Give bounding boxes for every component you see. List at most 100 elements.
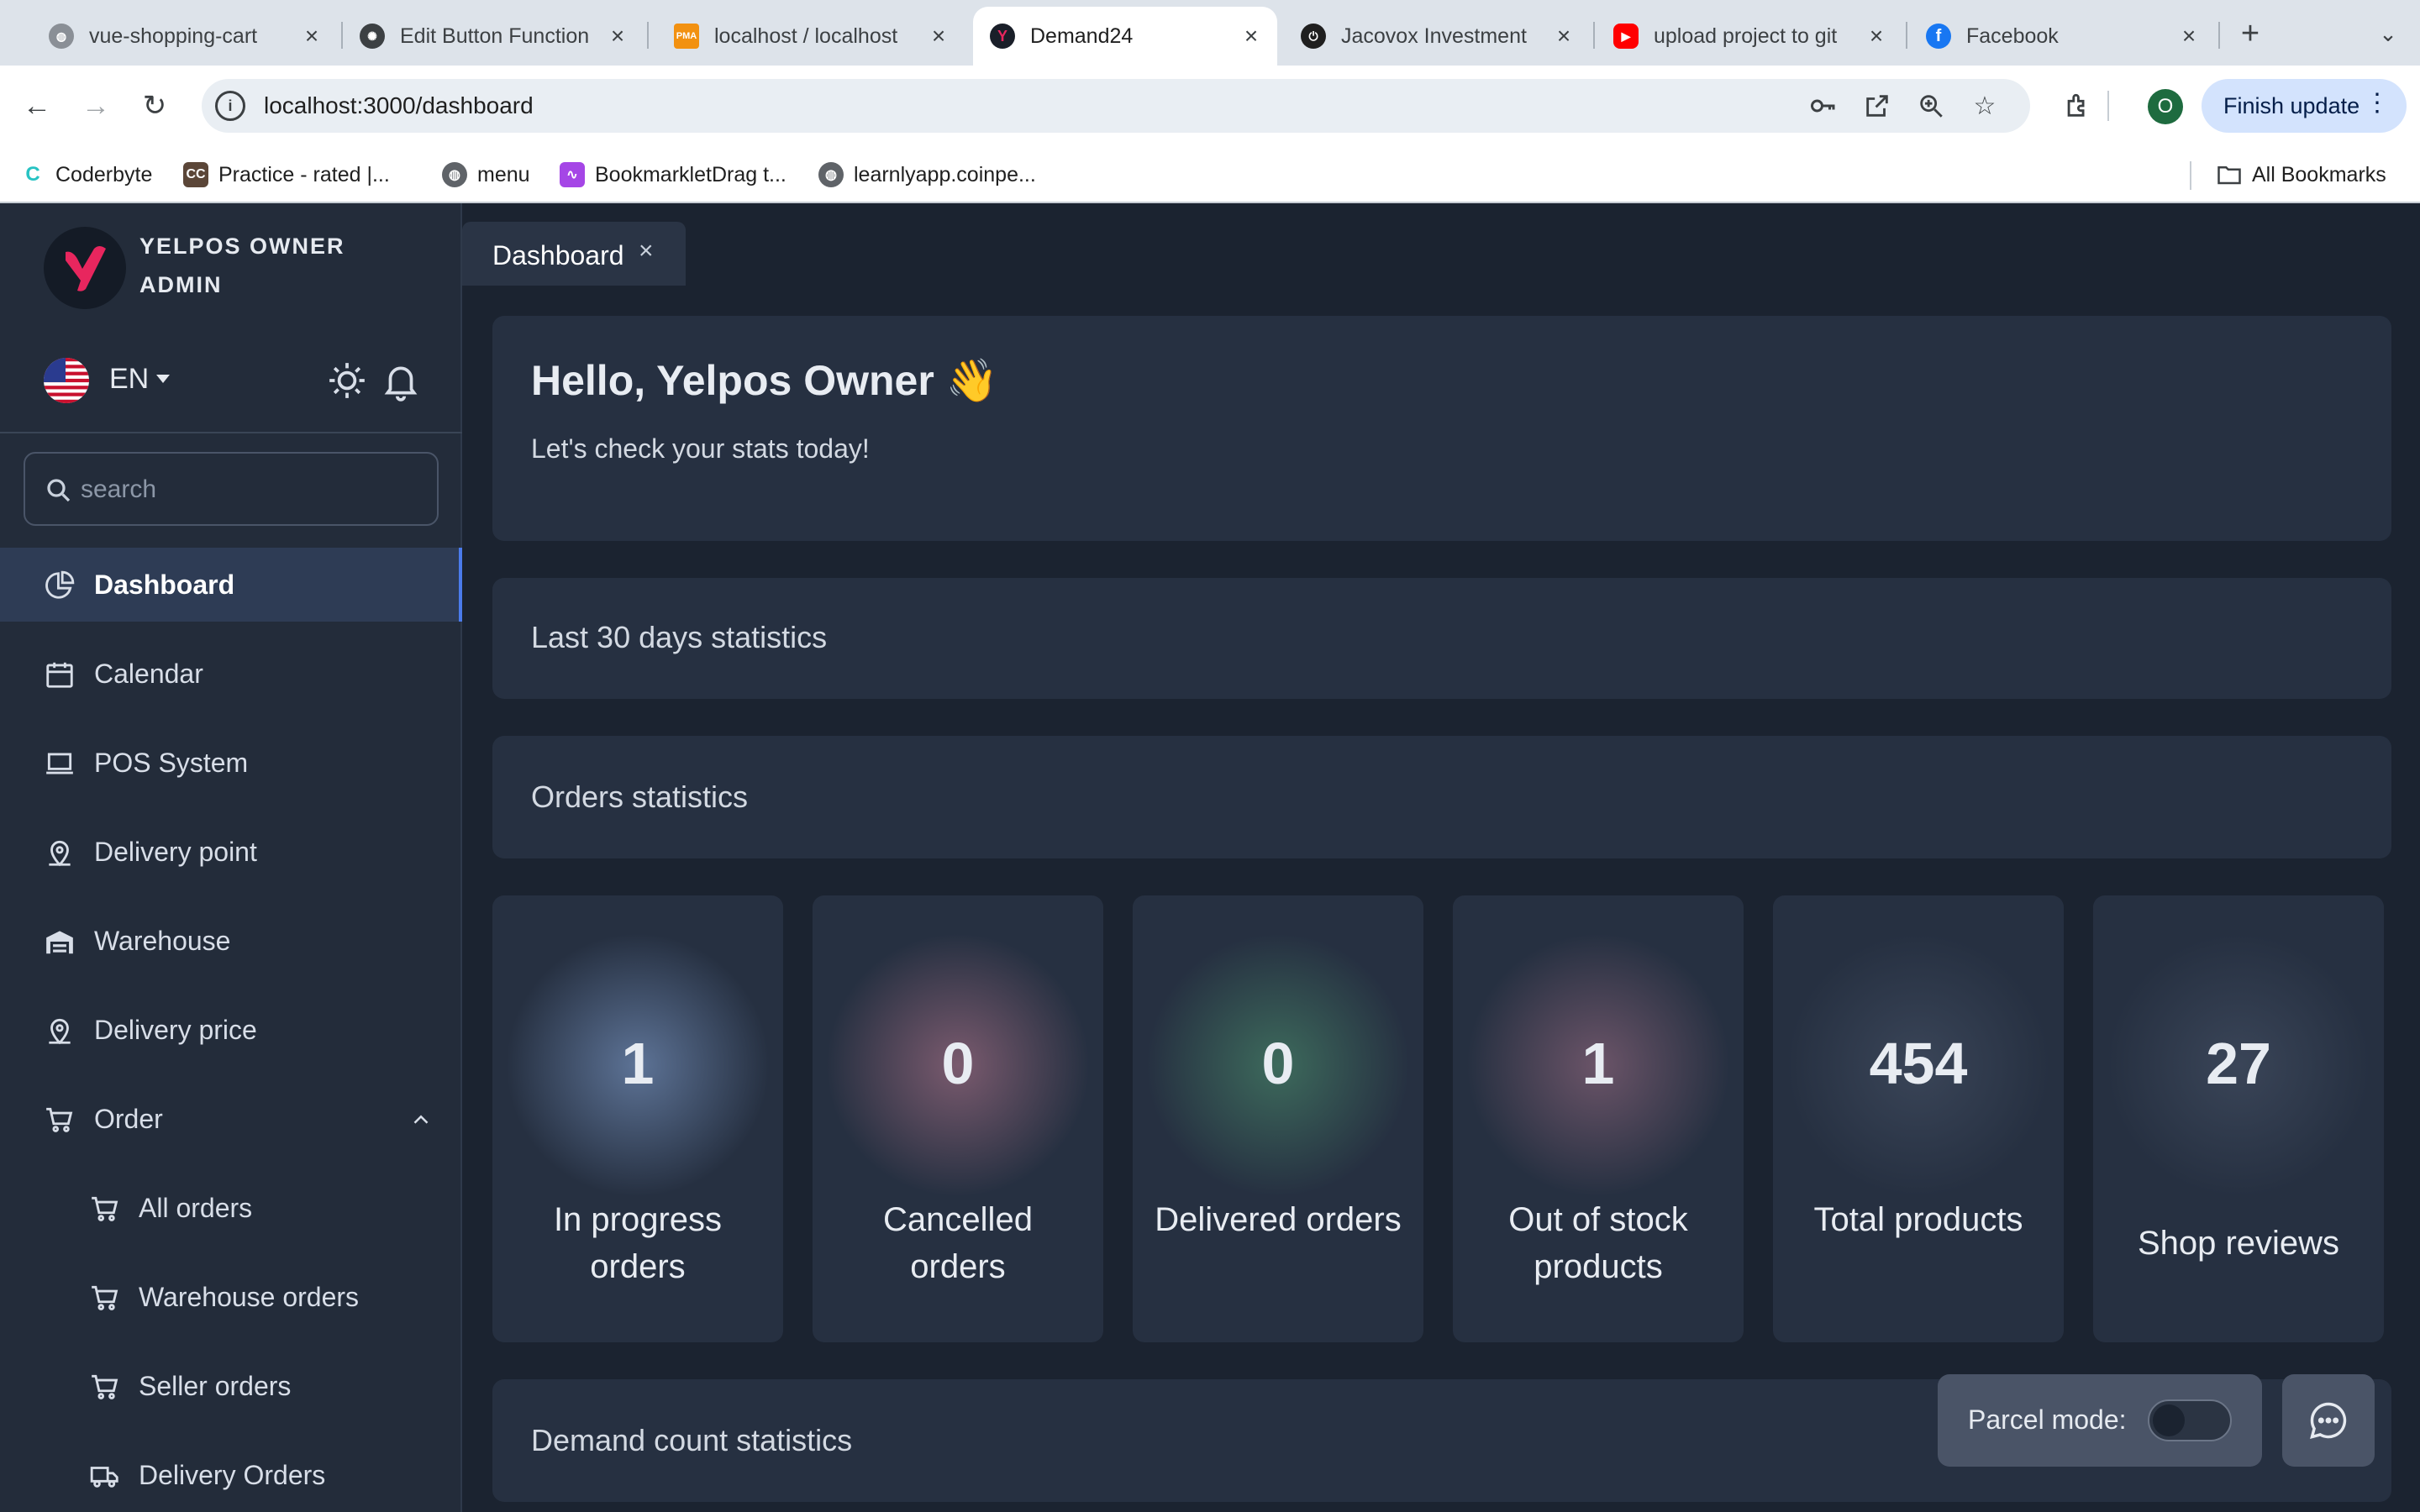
- sidebar-item-delivery-orders[interactable]: Delivery Orders: [0, 1438, 462, 1512]
- brand-role: ADMIN: [139, 272, 223, 297]
- bookmark-star-icon[interactable]: ☆: [1968, 89, 2002, 123]
- sidebar-item-pos-system[interactable]: POS System: [0, 726, 462, 800]
- bookmark-item[interactable]: ◍ learnlyapp.coinpe...: [818, 158, 1036, 192]
- browser-tab[interactable]: ✺ Edit Button Function ×: [343, 7, 644, 66]
- new-tab-button[interactable]: +: [2232, 15, 2269, 52]
- greeting-card: Hello, Yelpos Owner 👋 Let's check your s…: [492, 316, 2391, 541]
- globe-icon: ◍: [818, 162, 844, 187]
- sidebar-item-label: POS System: [94, 748, 249, 778]
- globe-icon: ◍: [442, 162, 467, 187]
- bookmark-item[interactable]: CC Practice - rated |...: [183, 158, 390, 192]
- close-icon[interactable]: ×: [924, 22, 953, 50]
- address-bar[interactable]: i localhost:3000/dashboard ☆: [202, 79, 2030, 133]
- all-bookmarks-button[interactable]: All Bookmarks: [2217, 158, 2386, 192]
- facebook-icon: f: [1926, 24, 1951, 49]
- browser-tab[interactable]: ▶ upload project to git ×: [1597, 7, 1902, 66]
- stat-card-in-progress[interactable]: 1 In progress orders: [492, 895, 783, 1342]
- sidebar-item-seller-orders[interactable]: Seller orders: [0, 1349, 462, 1423]
- parcel-mode-panel: Parcel mode:: [1938, 1374, 2262, 1467]
- sidebar-item-warehouse[interactable]: Warehouse: [0, 904, 462, 978]
- sidebar-item-order[interactable]: Order: [0, 1082, 462, 1156]
- stat-value: 0: [1261, 1031, 1295, 1096]
- orders-statistics-card[interactable]: Orders statistics: [492, 736, 2391, 858]
- tab-title: Demand24: [1030, 24, 1134, 48]
- language-selector[interactable]: EN: [109, 363, 149, 396]
- sidebar-item-calendar[interactable]: Calendar: [0, 637, 462, 711]
- site-info-icon[interactable]: i: [215, 91, 245, 121]
- search-box[interactable]: [24, 452, 439, 526]
- tab-separator: [1906, 22, 1907, 49]
- bookmark-item[interactable]: ◍ menu: [442, 158, 530, 192]
- search-input[interactable]: [79, 469, 415, 511]
- bookmark-item[interactable]: C Coderbyte: [20, 158, 152, 192]
- sidebar-item-delivery-point[interactable]: Delivery point: [0, 815, 462, 889]
- reload-button[interactable]: ↻: [134, 86, 175, 126]
- open-in-app-icon[interactable]: [1860, 89, 1894, 123]
- tab-title: localhost / localhost: [714, 24, 898, 48]
- stat-value: 27: [2206, 1031, 2271, 1096]
- sidebar-item-all-orders[interactable]: All orders: [0, 1171, 462, 1245]
- stat-value: 1: [621, 1031, 655, 1096]
- browser-tab[interactable]: ⏻ Jacovox Investment ×: [1284, 7, 1590, 66]
- browser-tab-active[interactable]: Y Demand24 ×: [973, 7, 1277, 66]
- bookmark-label: learnlyapp.coinpe...: [854, 162, 1036, 186]
- stat-card-delivered[interactable]: 0 Delivered orders: [1133, 895, 1423, 1342]
- stat-value: 0: [941, 1031, 975, 1096]
- coderbyte-icon: C: [20, 162, 45, 187]
- finish-update-label: Finish update: [2223, 92, 2360, 118]
- us-flag-icon[interactable]: [44, 358, 89, 403]
- close-icon[interactable]: ×: [1862, 22, 1891, 50]
- tab-separator: [647, 22, 649, 49]
- map-pin-icon: [49, 840, 71, 867]
- sidebar-item-label: Warehouse orders: [139, 1282, 360, 1312]
- stat-card-shop-reviews[interactable]: 27 Shop reviews: [2093, 895, 2384, 1342]
- chevron-up-icon[interactable]: [408, 1107, 434, 1132]
- browser-tab[interactable]: ◍ vue-shopping-cart ×: [32, 7, 338, 66]
- url-text[interactable]: localhost:3000/dashboard: [264, 92, 534, 119]
- key-icon[interactable]: [1807, 89, 1840, 123]
- warehouse-icon: [46, 931, 73, 954]
- toolbar-divider: [2107, 91, 2109, 121]
- close-icon[interactable]: ×: [639, 237, 654, 265]
- stat-card-cancelled[interactable]: 0 Cancelled orders: [813, 895, 1103, 1342]
- sidebar-item-label: All orders: [139, 1193, 253, 1223]
- stat-label: Delivered orders: [1155, 1201, 1402, 1238]
- parcel-mode-toggle[interactable]: [2148, 1399, 2232, 1441]
- bookmark-item[interactable]: ∿ BookmarkletDrag t...: [560, 158, 786, 192]
- brand-logo[interactable]: [44, 227, 126, 309]
- chevron-down-icon[interactable]: [156, 375, 170, 383]
- sidebar-item-dashboard[interactable]: Dashboard: [0, 548, 462, 622]
- profile-avatar[interactable]: O: [2148, 89, 2183, 124]
- bell-icon[interactable]: [380, 360, 422, 402]
- tab-search-button[interactable]: ⌄: [2370, 15, 2407, 52]
- close-icon[interactable]: ×: [297, 22, 326, 50]
- sun-icon[interactable]: [326, 360, 368, 402]
- close-icon[interactable]: ×: [2175, 22, 2203, 50]
- stat-value: 1: [1581, 1031, 1615, 1096]
- last-30-days-card[interactable]: Last 30 days statistics: [492, 578, 2391, 699]
- power-icon: ⏻: [1301, 24, 1326, 49]
- chat-button[interactable]: [2282, 1374, 2375, 1467]
- browser-tab[interactable]: f Facebook ×: [1909, 7, 2215, 66]
- stat-label: In progress orders: [553, 1201, 723, 1285]
- tab-title: Facebook: [1966, 24, 2059, 48]
- stat-value: 454: [1869, 1031, 1968, 1096]
- finish-update-button[interactable]: Finish update ⋮: [2202, 79, 2407, 133]
- stat-card-out-of-stock[interactable]: 1 Out of stock products: [1453, 895, 1744, 1342]
- extensions-icon[interactable]: [2057, 86, 2097, 126]
- stat-label: Cancelled orders: [883, 1201, 1033, 1285]
- sidebar-item-warehouse-orders[interactable]: Warehouse orders: [0, 1260, 462, 1334]
- back-button[interactable]: ←: [17, 86, 57, 126]
- close-icon[interactable]: ×: [1237, 22, 1265, 50]
- stat-card-total-products[interactable]: 454 Total products: [1773, 895, 2064, 1342]
- close-icon[interactable]: ×: [603, 22, 632, 50]
- close-icon[interactable]: ×: [1549, 22, 1578, 50]
- sidebar-item-label: Order: [94, 1104, 163, 1134]
- forward-button[interactable]: →: [76, 86, 116, 126]
- tab-label: Dashboard: [492, 240, 624, 270]
- zoom-icon[interactable]: [1914, 89, 1948, 123]
- sidebar-item-delivery-price[interactable]: Delivery price: [0, 993, 462, 1067]
- browser-tab[interactable]: PMA localhost / localhost ×: [657, 7, 965, 66]
- tab-dashboard[interactable]: Dashboard ×: [462, 222, 686, 286]
- more-menu-icon[interactable]: ⋮: [2365, 91, 2390, 116]
